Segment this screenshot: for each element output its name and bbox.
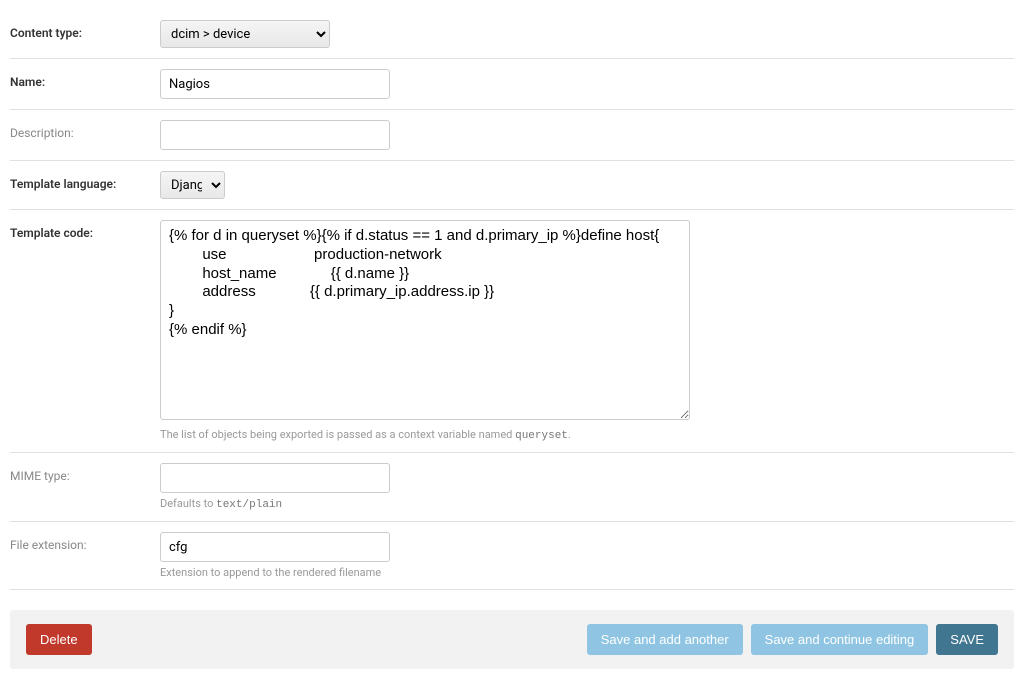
save-add-another-button[interactable]: Save and add another xyxy=(587,624,743,655)
file-extension-input[interactable] xyxy=(160,532,390,562)
file-extension-help: Extension to append to the rendered file… xyxy=(160,566,1014,579)
save-button[interactable]: SAVE xyxy=(936,624,998,655)
save-continue-editing-button[interactable]: Save and continue editing xyxy=(751,624,929,655)
description-label: Description: xyxy=(10,120,160,140)
delete-button[interactable]: Delete xyxy=(26,624,92,655)
content-type-label: Content type: xyxy=(10,20,160,40)
name-label: Name: xyxy=(10,69,160,89)
file-extension-label: File extension: xyxy=(10,532,160,552)
mime-type-label: MIME type: xyxy=(10,463,160,483)
template-code-help: The list of objects being exported is pa… xyxy=(160,428,1014,442)
mime-type-help: Defaults to text/plain xyxy=(160,497,1014,511)
name-input[interactable] xyxy=(160,69,390,99)
template-code-textarea[interactable] xyxy=(160,220,690,420)
template-code-label: Template code: xyxy=(10,220,160,240)
template-language-select[interactable]: Django xyxy=(160,171,225,199)
description-input[interactable] xyxy=(160,120,390,150)
content-type-select[interactable]: dcim > device xyxy=(160,20,330,48)
mime-type-input[interactable] xyxy=(160,463,390,493)
template-language-label: Template language: xyxy=(10,171,160,191)
button-bar: Delete Save and add another Save and con… xyxy=(10,610,1014,669)
